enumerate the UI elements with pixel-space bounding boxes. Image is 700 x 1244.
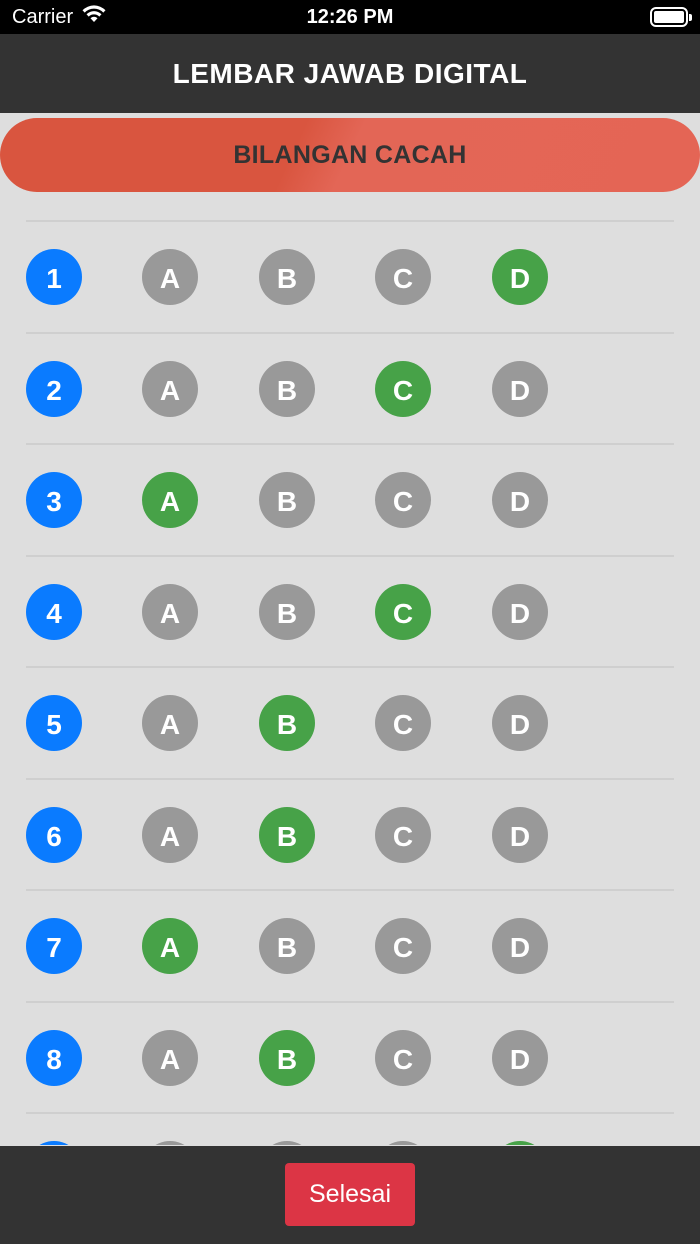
subject-title: BILANGAN CACAH bbox=[233, 140, 467, 169]
status-bar: Carrier 12:26 PM bbox=[0, 0, 700, 34]
option-c-button[interactable]: C bbox=[375, 695, 431, 751]
footer-bar: Selesai bbox=[0, 1146, 700, 1244]
option-c-button[interactable]: C bbox=[375, 1141, 431, 1145]
question-number: 7 bbox=[26, 918, 82, 974]
option-c-button[interactable]: C bbox=[375, 583, 431, 640]
option-d-button[interactable]: D bbox=[492, 695, 548, 751]
option-b-button[interactable]: B bbox=[259, 249, 315, 305]
option-b-button[interactable]: B bbox=[259, 918, 315, 974]
option-c-button[interactable]: C bbox=[375, 918, 431, 974]
option-d-button[interactable]: D bbox=[492, 1029, 548, 1086]
option-a-button[interactable]: A bbox=[142, 360, 198, 417]
option-d-button[interactable]: D bbox=[492, 360, 548, 417]
option-c-button[interactable]: C bbox=[375, 1029, 431, 1086]
option-d-button[interactable]: D bbox=[492, 249, 548, 305]
option-a-button[interactable]: A bbox=[142, 1029, 198, 1086]
wifi-icon bbox=[81, 4, 107, 30]
answer-row: 2 A B C D bbox=[26, 331, 674, 444]
option-a-button[interactable]: A bbox=[142, 249, 198, 305]
option-d-button[interactable]: D bbox=[492, 583, 548, 640]
option-a-button[interactable]: A bbox=[142, 583, 198, 640]
option-a-button[interactable]: A bbox=[142, 806, 198, 863]
answer-row: 5 A B C D bbox=[26, 666, 674, 778]
option-b-button[interactable]: B bbox=[259, 360, 315, 417]
option-a-button[interactable]: A bbox=[142, 1141, 198, 1145]
option-b-button[interactable]: B bbox=[259, 472, 315, 528]
battery-icon bbox=[650, 7, 692, 27]
option-a-button[interactable]: A bbox=[142, 472, 198, 528]
nav-bar: LEMBAR JAWAB DIGITAL bbox=[0, 34, 700, 113]
answer-row: 9 A B C D bbox=[26, 1112, 674, 1145]
question-number: 6 bbox=[26, 806, 82, 863]
app-screen: Carrier 12:26 PM LEMBAR JAWAB DIGITAL BI… bbox=[0, 0, 700, 1244]
answer-row: 7 A B C D bbox=[26, 889, 674, 1001]
subject-banner: BILANGAN CACAH bbox=[0, 118, 700, 192]
question-number: 1 bbox=[26, 249, 82, 305]
answer-row: 8 A B C D bbox=[26, 1000, 674, 1113]
option-b-button[interactable]: B bbox=[259, 695, 315, 751]
option-b-button[interactable]: B bbox=[259, 806, 315, 863]
question-number: 2 bbox=[26, 360, 82, 417]
question-number: 8 bbox=[26, 1029, 82, 1086]
option-a-button[interactable]: A bbox=[142, 918, 198, 974]
status-left: Carrier bbox=[12, 4, 107, 30]
answer-list[interactable]: 1 A B C D 2 A B C D 3 A B C D 4 A B C D 5 A B C D 6 A B C D 7 A B C D 8 A B C D… bbox=[26, 220, 674, 1145]
option-d-button[interactable]: D bbox=[492, 918, 548, 974]
option-c-button[interactable]: C bbox=[375, 249, 431, 305]
option-a-button[interactable]: A bbox=[142, 695, 198, 751]
option-b-button[interactable]: B bbox=[259, 1029, 315, 1086]
option-b-button[interactable]: B bbox=[259, 583, 315, 640]
answer-row: 4 A B C D bbox=[26, 554, 674, 667]
option-d-button[interactable]: D bbox=[492, 806, 548, 863]
option-b-button[interactable]: B bbox=[259, 1141, 315, 1145]
page-title: LEMBAR JAWAB DIGITAL bbox=[172, 57, 528, 89]
finish-button[interactable]: Selesai bbox=[285, 1163, 415, 1226]
carrier-label: Carrier bbox=[12, 5, 74, 28]
option-c-button[interactable]: C bbox=[375, 472, 431, 528]
question-number: 4 bbox=[26, 583, 82, 640]
option-c-button[interactable]: C bbox=[375, 806, 431, 863]
answer-row: 6 A B C D bbox=[26, 777, 674, 890]
option-d-button[interactable]: D bbox=[492, 1141, 548, 1145]
answer-row: 3 A B C D bbox=[26, 443, 674, 555]
question-number: 3 bbox=[26, 472, 82, 528]
question-number: 5 bbox=[26, 695, 82, 751]
option-c-button[interactable]: C bbox=[375, 360, 431, 417]
answer-row: 1 A B C D bbox=[26, 220, 674, 332]
option-d-button[interactable]: D bbox=[492, 472, 548, 528]
question-number: 9 bbox=[26, 1141, 82, 1145]
